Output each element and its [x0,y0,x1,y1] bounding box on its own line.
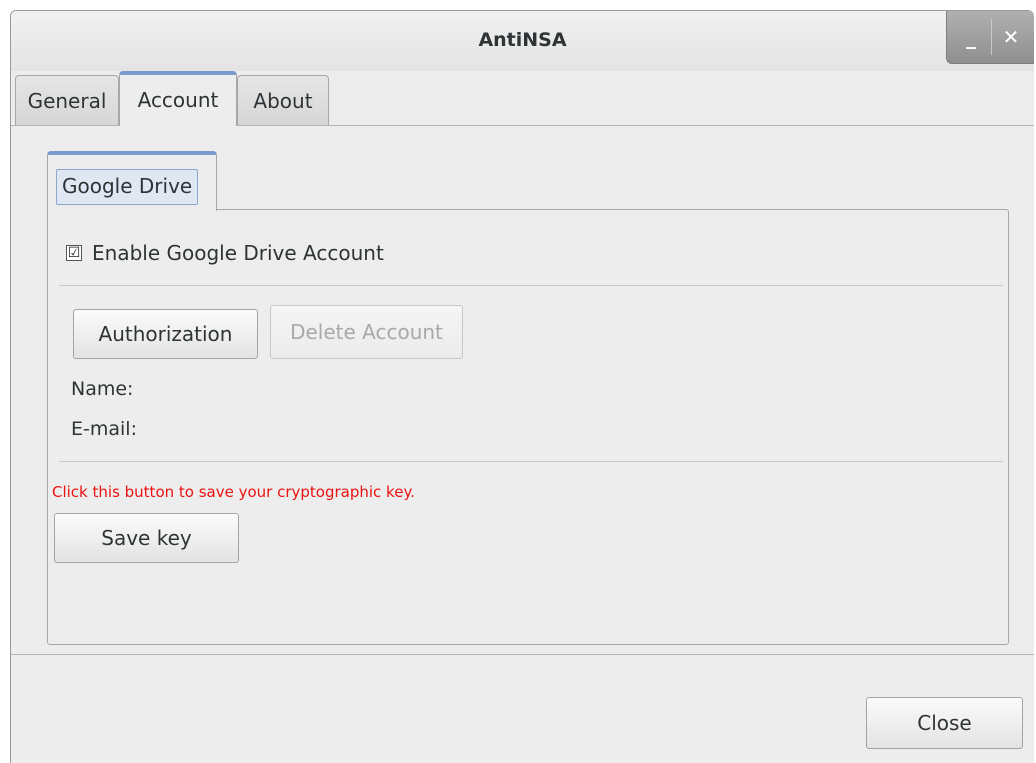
tab-about[interactable]: About [237,75,329,125]
antinsa-window: AntiNSA _ ✕ General Account About Google… [10,10,1034,763]
tab-general[interactable]: General [15,75,119,125]
email-label: E-mail: [71,418,137,440]
checkbox-checked-icon[interactable]: ☑ [66,245,82,261]
divider [59,285,1003,286]
save-key-warning: Click this button to save your cryptogra… [52,483,415,501]
authorization-button[interactable]: Authorization [73,309,258,359]
close-button[interactable]: Close [866,697,1023,749]
window-controls: _ ✕ [946,11,1034,64]
delete-account-button[interactable]: Delete Account [270,305,463,359]
tab-account[interactable]: Account [119,71,237,126]
title-bar[interactable]: AntiNSA _ ✕ [11,11,1034,71]
save-key-button[interactable]: Save key [54,513,239,563]
name-label: Name: [71,378,134,400]
divider [59,461,1003,462]
subtab-google-drive-label: Google Drive [56,169,199,205]
close-window-button[interactable]: ✕ [991,24,1031,50]
minimize-button[interactable]: _ [951,24,991,50]
google-drive-panel [47,209,1009,645]
enable-google-drive-label: Enable Google Drive Account [92,241,384,265]
subtab-google-drive[interactable]: Google Drive [47,151,217,211]
window-title: AntiNSA [478,29,567,51]
